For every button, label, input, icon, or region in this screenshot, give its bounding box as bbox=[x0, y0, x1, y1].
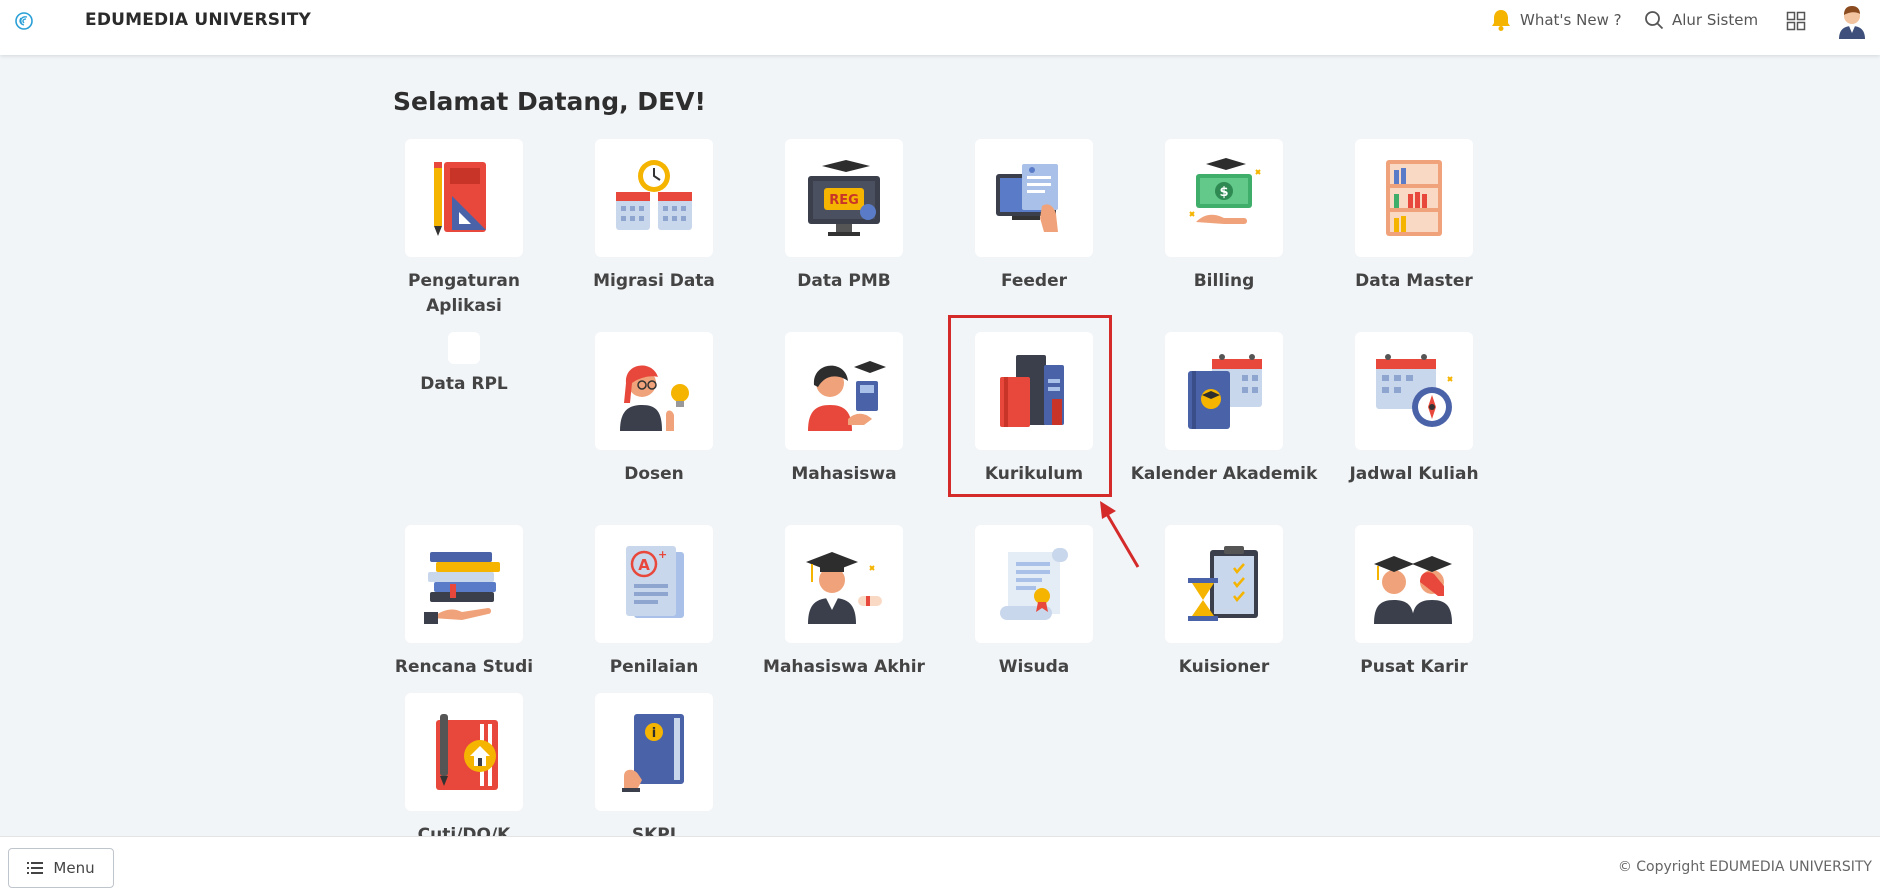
lecturer-icon bbox=[620, 365, 689, 431]
graduate-diploma-icon bbox=[806, 552, 882, 624]
grade-paper-icon: A + bbox=[626, 546, 684, 618]
bookshelf-icon bbox=[1386, 160, 1442, 236]
tile-feeder[interactable]: Feeder bbox=[939, 139, 1129, 294]
tile-icon-box bbox=[595, 332, 713, 450]
tile-label: Data RPL bbox=[420, 374, 508, 394]
tile-icon-box: REG bbox=[785, 139, 903, 257]
tile-icon-box: A + bbox=[595, 525, 713, 643]
money-bill-icon: $ bbox=[1189, 158, 1261, 224]
whats-new-link[interactable]: What's New ? bbox=[1490, 9, 1622, 31]
svg-text:+: + bbox=[658, 548, 667, 561]
tile-label: Feeder bbox=[1000, 271, 1068, 291]
university-logo-icon[interactable] bbox=[14, 11, 34, 31]
tile-jadwal-kuliah[interactable]: Jadwal Kuliah bbox=[1319, 332, 1509, 487]
tile-icon-box bbox=[785, 332, 903, 450]
tile-label: Mahasiswa Akhir bbox=[763, 657, 925, 677]
tile-label: Data Master bbox=[1355, 271, 1473, 291]
welcome-heading: Selamat Datang, DEV! bbox=[393, 87, 706, 116]
tile-rencana-studi[interactable]: Rencana Studi bbox=[369, 525, 559, 680]
tile-label: Wisuda bbox=[998, 657, 1070, 677]
tile-icon-box bbox=[975, 525, 1093, 643]
bell-icon bbox=[1492, 10, 1510, 31]
tile-icon-box: $ bbox=[1165, 139, 1283, 257]
user-avatar[interactable] bbox=[1836, 3, 1868, 39]
tile-icon-box bbox=[975, 139, 1093, 257]
tile-label: Rencana Studi bbox=[394, 657, 534, 677]
list-icon bbox=[27, 862, 44, 874]
tile-skpi[interactable]: i SKPI bbox=[559, 693, 749, 848]
apps-grid-icon[interactable] bbox=[1786, 11, 1806, 31]
tile-label: Pusat Karir bbox=[1360, 657, 1468, 677]
clipboard-hourglass-icon bbox=[1188, 546, 1258, 621]
tile-data-master[interactable]: Data Master bbox=[1319, 139, 1509, 294]
academic-calendar-icon bbox=[1188, 354, 1262, 429]
tile-icon-box bbox=[785, 525, 903, 643]
tile-billing[interactable]: $ Billing bbox=[1129, 139, 1319, 294]
tile-label: Billing bbox=[1193, 271, 1255, 291]
settings-ruler-book-icon bbox=[434, 162, 486, 236]
alur-sistem-link[interactable]: Alur Sistem bbox=[1644, 9, 1758, 31]
menu-label: Menu bbox=[53, 859, 95, 877]
tile-mahasiswa-akhir[interactable]: Mahasiswa Akhir bbox=[749, 525, 939, 680]
tile-dosen[interactable]: Dosen bbox=[559, 332, 749, 487]
tile-icon-box bbox=[1165, 332, 1283, 450]
search-icon bbox=[1645, 11, 1664, 30]
tile-label: Data PMB bbox=[797, 271, 891, 291]
tile-pusat-karir[interactable]: Pusat Karir bbox=[1319, 525, 1509, 680]
brand-title: EDUMEDIA UNIVERSITY bbox=[85, 10, 312, 30]
calendar-clock-icon bbox=[616, 160, 692, 230]
tile-data-pmb[interactable]: REG Data PMB bbox=[749, 139, 939, 294]
tile-label: Jadwal Kuliah bbox=[1349, 464, 1479, 484]
alur-sistem-label: Alur Sistem bbox=[1672, 11, 1759, 29]
svg-text:i: i bbox=[652, 726, 656, 741]
graduates-icon bbox=[1374, 556, 1452, 624]
pointer-arrow-icon bbox=[1100, 501, 1140, 568]
notebook-home-icon bbox=[436, 714, 498, 790]
tile-icon-box bbox=[405, 525, 523, 643]
tile-label: Kalender Akademik bbox=[1130, 464, 1318, 484]
tile-label: Dosen bbox=[624, 464, 684, 484]
whats-new-label: What's New ? bbox=[1520, 11, 1622, 29]
tile-label: Mahasiswa bbox=[791, 464, 897, 484]
menu-button[interactable]: Menu bbox=[8, 848, 114, 888]
svg-text:A: A bbox=[638, 556, 650, 574]
tile-icon-box bbox=[1355, 525, 1473, 643]
tile-kuisioner[interactable]: Kuisioner bbox=[1129, 525, 1319, 680]
book-stack-hand-icon bbox=[424, 552, 500, 624]
student-icon bbox=[808, 361, 886, 431]
tile-data-rpl[interactable]: Data RPL bbox=[369, 332, 559, 397]
tile-icon-box bbox=[1355, 139, 1473, 257]
tile-icon-box bbox=[595, 139, 713, 257]
tile-icon-box bbox=[1165, 525, 1283, 643]
registration-monitor-icon: REG bbox=[808, 160, 880, 236]
tile-cuti-do-k[interactable]: Cuti/DO/K bbox=[369, 693, 559, 848]
certificate-scroll-icon bbox=[1000, 548, 1068, 620]
tile-kalender-akademik[interactable]: Kalender Akademik bbox=[1129, 332, 1319, 487]
footer-bar: Menu © Copyright EDUMEDIA UNIVERSITY bbox=[0, 836, 1880, 891]
tile-label: Migrasi Data bbox=[593, 271, 715, 291]
tile-pengaturan-aplikasi[interactable]: Pengaturan Aplikasi bbox=[369, 139, 559, 319]
tile-label: Kuisioner bbox=[1178, 657, 1270, 677]
document-hand-icon bbox=[996, 164, 1058, 232]
tile-icon-box bbox=[405, 139, 523, 257]
copyright-text: © Copyright EDUMEDIA UNIVERSITY bbox=[1617, 859, 1872, 875]
info-book-icon: i bbox=[622, 714, 684, 792]
blank-icon bbox=[448, 332, 480, 364]
tile-label: Penilaian bbox=[609, 657, 699, 677]
tile-mahasiswa[interactable]: Mahasiswa bbox=[749, 332, 939, 487]
tile-migrasi-data[interactable]: Migrasi Data bbox=[559, 139, 749, 294]
svg-text:$: $ bbox=[1219, 185, 1228, 200]
tile-icon-box bbox=[1355, 332, 1473, 450]
tile-icon-box bbox=[405, 693, 523, 811]
tile-icon-box: i bbox=[595, 693, 713, 811]
highlight-box bbox=[948, 315, 1112, 497]
tile-label: Pengaturan Aplikasi bbox=[408, 271, 520, 316]
top-navbar: EDUMEDIA UNIVERSITY What's New ? Alur Si… bbox=[0, 0, 1880, 55]
schedule-compass-icon bbox=[1376, 354, 1453, 427]
svg-text:REG: REG bbox=[829, 193, 859, 208]
tile-penilaian[interactable]: A + Penilaian bbox=[559, 525, 749, 680]
